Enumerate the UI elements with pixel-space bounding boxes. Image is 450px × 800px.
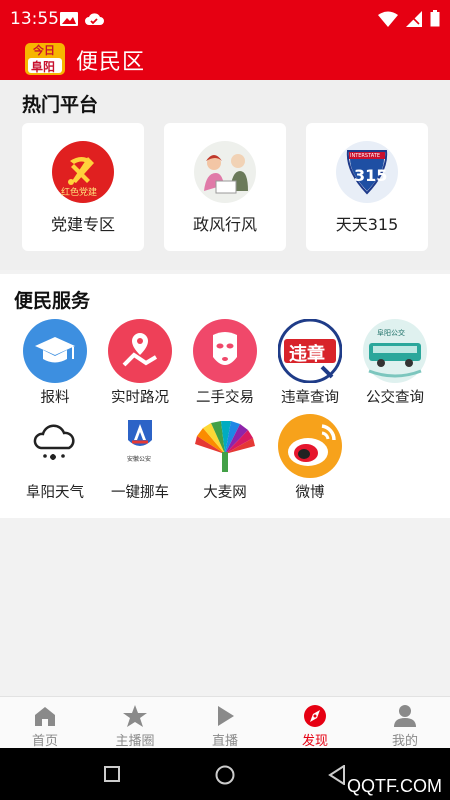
tab-label: 主播圈 xyxy=(115,734,155,749)
service-label: 公交查询 xyxy=(366,390,424,406)
tab-live[interactable]: 直播 xyxy=(180,697,270,749)
bus-icon-text: 阜阳公交 xyxy=(377,329,405,337)
image-notification-icon xyxy=(60,12,78,26)
person-icon xyxy=(394,705,416,727)
battery-icon xyxy=(430,10,440,27)
hot-section-title: 热门平台 xyxy=(22,94,99,116)
service-label: 实时路况 xyxy=(111,390,169,406)
hot-card-party[interactable]: 红色党建 党建专区 xyxy=(22,123,144,251)
service-section: 便民服务 报料 实时路况 二手交易 违章 违章查询 阜阳公交 公交查询 阜阳天气… xyxy=(0,274,450,518)
tab-discover[interactable]: 发现 xyxy=(270,697,360,749)
status-bar: 13:55 xyxy=(0,0,450,38)
service-label: 微博 xyxy=(295,485,325,501)
service-label: 违章查询 xyxy=(281,390,339,406)
tab-anchor-circle[interactable]: 主播圈 xyxy=(90,697,180,749)
service-traffic[interactable]: 实时路况 xyxy=(98,319,182,409)
service-section-title: 便民服务 xyxy=(14,290,91,312)
logo-text-bottom: 阜阳 xyxy=(31,60,56,74)
logo-text-top: 今日 xyxy=(33,44,55,57)
hot-card-label: 政风行风 xyxy=(192,215,257,234)
tab-label: 我的 xyxy=(391,734,418,749)
service-label: 报料 xyxy=(40,390,70,406)
wifi-icon xyxy=(378,11,398,27)
tab-label: 发现 xyxy=(301,734,328,749)
hot-card-label: 天天315 xyxy=(335,215,399,234)
signal-off-icon xyxy=(406,10,422,27)
service-weather[interactable]: 阜阳天气 xyxy=(13,414,97,504)
service-label: 大麦网 xyxy=(203,485,247,501)
recent-apps-button[interactable] xyxy=(104,766,120,782)
service-weibo[interactable]: 微博 xyxy=(268,414,352,504)
police-shield-icon xyxy=(108,414,172,478)
graduation-cap-icon xyxy=(23,319,87,383)
watermark: QQTF.COM xyxy=(347,776,442,796)
star-icon xyxy=(123,705,147,727)
back-nav-button[interactable] xyxy=(328,765,346,785)
compass-icon xyxy=(304,705,326,727)
empty-area xyxy=(0,518,450,696)
service-label: 一键挪车 xyxy=(111,485,169,501)
hot-card-style[interactable]: 政风行风 xyxy=(164,123,286,251)
police-shield-caption: 安徽公安 xyxy=(127,456,152,463)
tab-label: 直播 xyxy=(211,734,238,749)
service-secondhand[interactable]: 二手交易 xyxy=(183,319,267,409)
mask-icon xyxy=(193,319,257,383)
play-icon xyxy=(218,706,234,726)
bottom-tab-bar: 首页 主播圈 直播 发现 我的 xyxy=(0,696,450,749)
interstate-number: 315 xyxy=(354,166,388,185)
interstate-label: INTERSTATE xyxy=(350,153,380,159)
home-nav-button[interactable] xyxy=(215,765,235,785)
tab-home[interactable]: 首页 xyxy=(0,697,90,749)
cloud-check-icon xyxy=(85,13,104,25)
weibo-icon xyxy=(278,414,342,478)
service-violation[interactable]: 违章 违章查询 xyxy=(268,319,352,409)
tab-mine[interactable]: 我的 xyxy=(360,697,450,749)
cloud-snow-icon xyxy=(33,424,75,460)
service-damai[interactable]: 大麦网 xyxy=(183,414,267,504)
service-label: 阜阳天气 xyxy=(26,485,84,501)
map-pin-icon xyxy=(108,319,172,383)
status-time: 13:55 xyxy=(10,9,59,29)
service-report[interactable]: 报料 xyxy=(13,319,97,409)
service-label: 二手交易 xyxy=(196,390,254,406)
service-move-car[interactable]: 安徽公安 一键挪车 xyxy=(98,414,182,504)
page-title: 便民区 xyxy=(76,50,146,75)
app-header: 今日 阜阳 便民区 xyxy=(0,38,450,80)
violation-badge-text: 违章 xyxy=(289,344,325,365)
tab-label: 首页 xyxy=(31,734,58,749)
peacock-icon xyxy=(195,421,255,472)
people-meeting-icon xyxy=(194,141,256,203)
hot-platform-section: 热门平台 红色党建 党建专区 政风行风 INTERSTATE 315 天天315 xyxy=(0,80,450,270)
party-emblem-caption: 红色党建 xyxy=(61,188,98,198)
hot-card-label: 党建专区 xyxy=(50,215,115,234)
hot-card-315[interactable]: INTERSTATE 315 天天315 xyxy=(306,123,428,251)
home-icon xyxy=(35,707,55,726)
service-bus[interactable]: 阜阳公交 公交查询 xyxy=(353,319,437,409)
